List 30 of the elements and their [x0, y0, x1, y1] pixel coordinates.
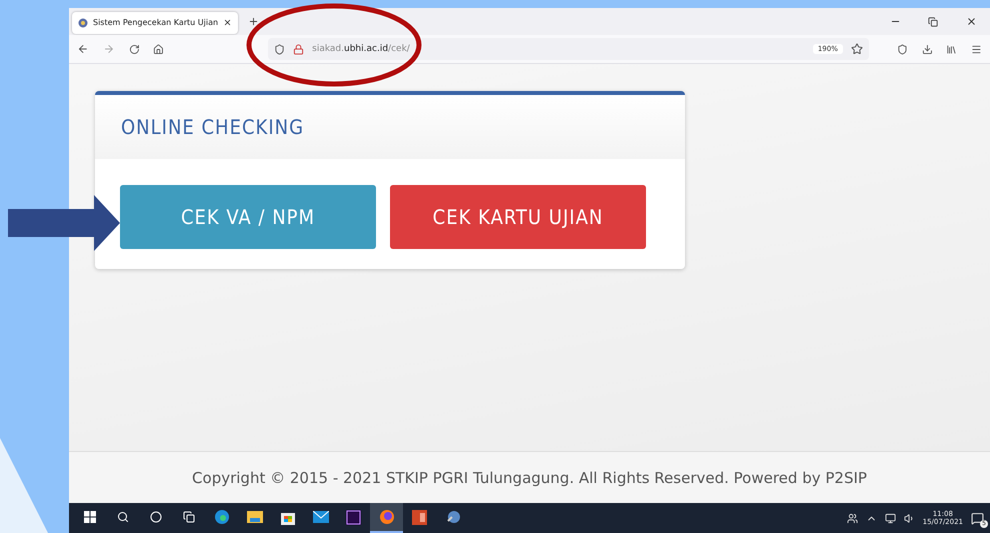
- close-tab-icon[interactable]: [223, 18, 232, 27]
- volume-icon[interactable]: [904, 512, 915, 524]
- check-button[interactable]: CEK KARTU UJIAN: [390, 185, 646, 249]
- mail-icon: [312, 511, 328, 523]
- shield-icon: [274, 44, 286, 54]
- download-icon[interactable]: [922, 44, 932, 54]
- address-text[interactable]: siakad.ubhi.ac.id/cek/: [312, 44, 410, 54]
- search-icon[interactable]: [116, 511, 128, 523]
- folder-icon: [246, 510, 262, 524]
- menu-icon[interactable]: [971, 44, 982, 54]
- emblem-icon: [78, 18, 88, 28]
- windows-start-icon[interactable]: [84, 511, 96, 523]
- tab-title: Sistem Pengecekan Kartu Ujian: [93, 18, 218, 27]
- notification-icon[interactable]: [971, 512, 984, 524]
- reload-icon[interactable]: [128, 44, 140, 54]
- network-icon[interactable]: [884, 512, 896, 524]
- library-icon[interactable]: [946, 44, 958, 54]
- close-icon[interactable]: [966, 16, 976, 27]
- home-icon[interactable]: [153, 44, 164, 54]
- browser-tab[interactable]: Sistem Pengecekan Kartu Ujian: [72, 12, 238, 34]
- copyright-text: Copyright © 2015 - 2021 STKIP PGRI Tulungagung. All Rights Reserved. Powered by P2SIP: [192, 468, 867, 486]
- back-icon[interactable]: [77, 43, 89, 55]
- task-view-icon[interactable]: [182, 511, 194, 523]
- lock-icon: [293, 44, 304, 54]
- circle-icon[interactable]: [150, 511, 162, 523]
- card-title: ONLINE CHECKING: [121, 115, 304, 139]
- restore-icon[interactable]: [928, 16, 938, 26]
- new-tab-icon[interactable]: [248, 16, 260, 27]
- people-icon[interactable]: [846, 512, 858, 524]
- bookmark-star-icon[interactable]: [850, 43, 863, 55]
